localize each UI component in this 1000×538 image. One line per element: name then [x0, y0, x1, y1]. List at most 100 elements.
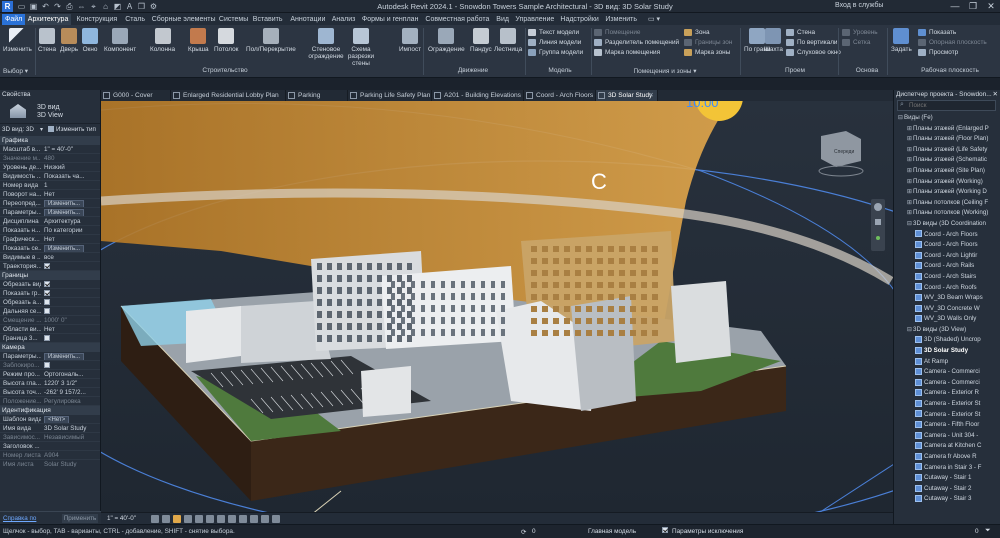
browser-view-item[interactable]: WV_3D Walls Only: [894, 314, 1000, 325]
undo-icon[interactable]: ↶: [41, 2, 50, 11]
measure-icon[interactable]: ⇔: [77, 2, 86, 11]
circulation-button-1[interactable]: Пандус: [470, 28, 492, 53]
reveal-hidden-icon[interactable]: [250, 515, 258, 523]
ribbon-tab[interactable]: Надстройки: [557, 14, 601, 25]
property-value[interactable]: 3D Solar Study: [41, 424, 100, 432]
property-checkbox[interactable]: [44, 281, 50, 288]
browser-folder[interactable]: ⊞Планы этажей (Working D: [894, 187, 1000, 198]
view-tab[interactable]: G000 - Cover: [101, 90, 171, 101]
property-value[interactable]: 1" = 40'-0": [41, 145, 100, 153]
property-value[interactable]: <Нет>: [41, 415, 100, 423]
browser-root[interactable]: ⊟Виды (Fe): [894, 113, 1000, 124]
expand-toggle-icon[interactable]: ⊟: [906, 325, 913, 336]
ribbon-tab[interactable]: Сталь: [122, 14, 148, 25]
ribbon-tab[interactable]: Конструкция: [74, 14, 121, 25]
browser-folder[interactable]: ⊞Планы этажей (Working): [894, 177, 1000, 188]
build-button-1[interactable]: Дверь: [60, 28, 78, 53]
redo-icon[interactable]: ↷: [53, 2, 62, 11]
ribbon-options-icon[interactable]: ▭ ▾: [645, 14, 663, 25]
lock-view-icon[interactable]: [228, 515, 236, 523]
minimize-button[interactable]: —: [946, 0, 964, 13]
browser-view-item[interactable]: 3D Solar Study: [894, 346, 1000, 357]
browser-folder[interactable]: ⊞Планы потолков (Working): [894, 208, 1000, 219]
browser-view-item[interactable]: Camera - Commerci: [894, 367, 1000, 378]
browser-view-item[interactable]: Camera fr Above R: [894, 452, 1000, 463]
show-crop-icon[interactable]: [217, 515, 225, 523]
room-tag-button[interactable]: Марка помещения: [594, 48, 679, 58]
apply-button[interactable]: Применить: [62, 514, 98, 523]
ribbon-tab[interactable]: Вид: [493, 14, 512, 25]
circulation-button-2[interactable]: Лестница: [494, 28, 522, 53]
browser-view-item[interactable]: At Ramp: [894, 357, 1000, 368]
build-button-9[interactable]: Схема разрезки стены: [343, 28, 379, 67]
exclusion-checkbox[interactable]: [662, 527, 668, 534]
browser-folder[interactable]: ⊟3D виды (3D View): [894, 325, 1000, 336]
browser-view-item[interactable]: Camera - Commerci: [894, 378, 1000, 389]
browser-folder[interactable]: ⊞Планы этажей (Schematic: [894, 155, 1000, 166]
property-edit-button[interactable]: Изменить...: [44, 209, 85, 216]
browser-view-item[interactable]: Coord - Arch Stairs: [894, 272, 1000, 283]
expand-toggle-icon[interactable]: ⊞: [906, 124, 913, 135]
room-button[interactable]: Помещение: [594, 28, 679, 38]
build-button-4[interactable]: Колонна: [150, 28, 175, 53]
property-value[interactable]: Нет: [41, 190, 100, 198]
build-button-7[interactable]: Пол/Перекрытие: [246, 28, 296, 53]
show-workplane-button[interactable]: Показать: [918, 28, 987, 38]
browser-view-item[interactable]: WV_3D Concrete W: [894, 304, 1000, 315]
steering-wheel-icon[interactable]: [874, 203, 882, 211]
browser-view-item[interactable]: Camera at Kitchen C: [894, 441, 1000, 452]
set-workplane-button[interactable]: Задать: [891, 28, 912, 53]
wall-opening-button[interactable]: Стена: [786, 28, 841, 38]
browser-view-item[interactable]: Coord - Arch Roofs: [894, 283, 1000, 294]
property-checkbox[interactable]: [44, 299, 50, 306]
close-icon[interactable]: ✕: [993, 90, 1000, 99]
property-value[interactable]: [41, 289, 100, 297]
view-tab[interactable]: Parking: [286, 90, 348, 101]
property-edit-button[interactable]: Изменить...: [44, 200, 85, 207]
view-tab[interactable]: Coord - Arch Floors: [524, 90, 596, 101]
expand-toggle-icon[interactable]: ⊞: [906, 198, 913, 209]
property-value[interactable]: 1220' 3 1/2": [41, 379, 100, 387]
room-group-label[interactable]: Помещения и зоны ▾: [605, 67, 725, 75]
build-button-5[interactable]: Крыша: [188, 28, 209, 53]
browser-view-item[interactable]: Coord - Arch Floors: [894, 240, 1000, 251]
browser-folder[interactable]: ⊞Планы потолков (Ceiling F: [894, 198, 1000, 209]
highlight-icon[interactable]: [272, 515, 280, 523]
search-input[interactable]: [909, 101, 993, 110]
property-checkbox[interactable]: [44, 335, 50, 342]
print-icon[interactable]: ⎙: [65, 2, 74, 11]
property-section-header[interactable]: Идентификация: [0, 406, 100, 415]
workset-icon[interactable]: ⟳: [521, 528, 526, 536]
expand-toggle-icon[interactable]: ⊞: [906, 166, 913, 177]
browser-view-item[interactable]: Camera in Stair 3 - F: [894, 463, 1000, 474]
area-tag-button[interactable]: Марка зоны: [684, 48, 732, 58]
browser-view-item[interactable]: Cutaway - Stair 3: [894, 494, 1000, 505]
build-button-8[interactable]: Стеновое ограждение: [308, 28, 344, 60]
browser-folder[interactable]: ⊟3D виды (3D Coordination: [894, 219, 1000, 230]
ribbon-tab[interactable]: Аннотации: [287, 14, 328, 25]
area-button[interactable]: Зона: [684, 28, 732, 38]
property-value[interactable]: Изменить...: [41, 208, 100, 216]
view-tab[interactable]: 3D Solar Study ✕: [596, 90, 658, 101]
build-button-0[interactable]: Стена: [38, 28, 56, 53]
property-edit-button[interactable]: Изменить...: [44, 245, 85, 252]
area-boundary-button[interactable]: Границы зон: [684, 38, 732, 48]
circulation-button-0[interactable]: Ограждение: [428, 28, 465, 53]
property-checkbox[interactable]: [44, 308, 50, 315]
property-edit-button[interactable]: Изменить...: [44, 353, 85, 360]
property-section-header[interactable]: Границы: [0, 271, 100, 280]
browser-folder[interactable]: ⊞Планы этажей (Site Plan): [894, 166, 1000, 177]
revit-logo[interactable]: R: [2, 1, 13, 12]
active-model[interactable]: Главная модель: [588, 528, 636, 535]
open-icon[interactable]: ▭: [17, 2, 26, 11]
switch-windows-icon[interactable]: ❐: [137, 2, 146, 11]
browser-folder[interactable]: ⊞Планы этажей (Enlarged P: [894, 124, 1000, 135]
expand-toggle-icon[interactable]: ⊞: [906, 134, 913, 145]
3d-icon[interactable]: ⌂: [101, 2, 110, 11]
ribbon-tab[interactable]: Управление: [512, 14, 557, 25]
model-group-button[interactable]: Группа модели: [528, 48, 583, 58]
browser-view-item[interactable]: Cutaway - Stair 1: [894, 473, 1000, 484]
analysis-icon[interactable]: [261, 515, 269, 523]
property-value[interactable]: [41, 298, 100, 306]
level-button[interactable]: Уровень: [842, 28, 878, 38]
